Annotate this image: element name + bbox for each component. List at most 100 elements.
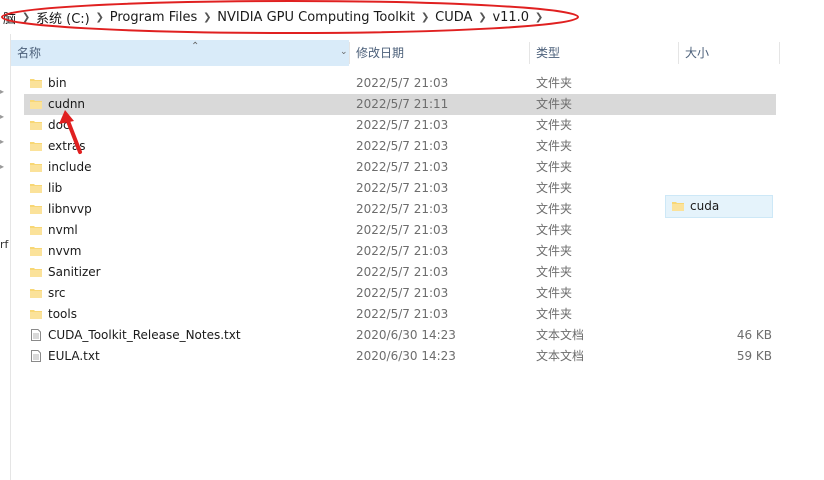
chevron-right-icon[interactable]: ▸ [0,88,6,96]
file-row[interactable]: src 2022/5/7 21:03 文件夹 [24,283,776,304]
file-type: 文件夹 [536,118,573,132]
file-type: 文件夹 [536,76,573,90]
file-row[interactable]: Sanitizer 2022/5/7 21:03 文件夹 [24,262,776,283]
file-name: nvml [48,223,78,237]
chevron-right-icon[interactable]: ▸ [0,163,6,171]
column-header-type-label: 类型 [536,46,561,60]
breadcrumb-item-pc[interactable]: 脑 [0,8,19,27]
chevron-right-icon[interactable]: ▸ [0,113,6,121]
file-size: 59 KB [736,349,772,363]
sort-ascending-icon: ⌃ [191,41,200,52]
column-divider[interactable] [779,42,780,64]
breadcrumb-item-c-drive[interactable]: 系统 (C:) [33,8,93,27]
address-bar[interactable]: 脑 ❯ 系统 (C:) ❯ Program Files ❯ NVIDIA GPU… [0,0,824,34]
file-row[interactable]: include 2022/5/7 21:03 文件夹 [24,157,776,178]
file-name: libnvvp [48,202,92,216]
file-type: 文件夹 [536,202,573,216]
file-type: 文件夹 [536,139,573,153]
file-type: 文件夹 [536,286,573,300]
file-date: 2020/6/30 14:23 [356,328,456,342]
text-file-icon [31,350,41,362]
column-header-name[interactable]: 名称 ⌃ ⌄ [11,40,349,66]
breadcrumb-item-nvidia-toolkit[interactable]: NVIDIA GPU Computing Toolkit [214,10,418,25]
file-type: 文件夹 [536,265,573,279]
file-name: doc [48,118,70,132]
chevron-right-icon[interactable]: ❯ [532,12,546,23]
breadcrumb: 脑 ❯ 系统 (C:) ❯ Program Files ❯ NVIDIA GPU… [0,8,546,27]
chevron-right-icon[interactable]: ▸ [0,138,6,146]
file-type: 文件夹 [536,244,573,258]
file-type: 文件夹 [536,97,573,111]
chevron-right-icon[interactable]: ❯ [19,12,33,23]
file-date: 2022/5/7 21:11 [356,97,449,111]
file-date: 2022/5/7 21:03 [356,244,449,258]
file-date: 2022/5/7 21:03 [356,307,449,321]
file-row[interactable]: bin 2022/5/7 21:03 文件夹 [24,73,776,94]
chevron-right-icon[interactable]: ❯ [475,12,489,23]
chevron-right-icon[interactable]: ❯ [93,12,107,23]
file-row[interactable]: nvml 2022/5/7 21:03 文件夹 [24,220,776,241]
drag-ghost-item[interactable]: cuda [665,195,773,218]
file-name: Sanitizer [48,265,101,279]
column-header-type[interactable]: 类型 [530,40,678,66]
file-name: EULA.txt [48,349,100,363]
file-size: 46 KB [736,328,772,342]
file-name: nvvm [48,244,82,258]
folder-icon [30,226,42,235]
column-header-name-label: 名称 [17,46,42,60]
folder-icon [30,79,42,88]
folder-icon [30,142,42,151]
file-type: 文本文档 [536,328,585,342]
nav-item-partial[interactable]: rf [0,238,8,251]
file-name: cudnn [48,97,86,111]
breadcrumb-item-program-files[interactable]: Program Files [107,10,201,25]
navigation-pane[interactable]: ▸ ▸ ▸ ▸ rf [0,34,11,480]
file-row[interactable]: libnvvp 2022/5/7 21:03 文件夹 [24,199,776,220]
file-row[interactable]: EULA.txt 2020/6/30 14:23 文本文档 59 KB [24,346,776,367]
file-type: 文件夹 [536,181,573,195]
folder-icon [30,310,42,319]
file-row[interactable]: nvvm 2022/5/7 21:03 文件夹 [24,241,776,262]
folder-icon [30,184,42,193]
folder-icon [30,247,42,256]
file-name: bin [48,76,67,90]
file-type: 文件夹 [536,223,573,237]
text-file-icon [31,329,41,341]
file-type: 文本文档 [536,349,585,363]
column-header-row: 名称 ⌃ ⌄ 修改日期 类型 大小 [11,40,824,66]
file-date: 2022/5/7 21:03 [356,76,449,90]
file-date: 2022/5/7 21:03 [356,160,449,174]
chevron-down-icon[interactable]: ⌄ [340,48,348,57]
column-header-date-label: 修改日期 [356,46,405,60]
file-type: 文件夹 [536,307,573,321]
file-date: 2020/6/30 14:23 [356,349,456,363]
column-header-size-label: 大小 [685,46,710,60]
file-name: CUDA_Toolkit_Release_Notes.txt [48,328,241,342]
chevron-right-icon[interactable]: ❯ [200,12,214,23]
folder-icon [30,205,42,214]
breadcrumb-item-cuda[interactable]: CUDA [432,10,475,25]
file-date: 2022/5/7 21:03 [356,118,449,132]
column-header-size[interactable]: 大小 [679,40,779,66]
file-row-selected[interactable]: cudnn 2022/5/7 21:11 文件夹 [24,94,776,115]
file-row[interactable]: doc 2022/5/7 21:03 文件夹 [24,115,776,136]
file-date: 2022/5/7 21:03 [356,223,449,237]
file-name: extras [48,139,86,153]
file-name: lib [48,181,63,195]
file-date: 2022/5/7 21:03 [356,139,449,153]
file-date: 2022/5/7 21:03 [356,286,449,300]
breadcrumb-item-v11[interactable]: v11.0 [489,10,532,25]
chevron-right-icon[interactable]: ❯ [418,12,432,23]
file-row[interactable]: CUDA_Toolkit_Release_Notes.txt 2020/6/30… [24,325,776,346]
file-row[interactable]: tools 2022/5/7 21:03 文件夹 [24,304,776,325]
file-row[interactable]: extras 2022/5/7 21:03 文件夹 [24,136,776,157]
file-date: 2022/5/7 21:03 [356,265,449,279]
folder-icon [30,100,42,109]
file-row[interactable]: lib 2022/5/7 21:03 文件夹 [24,178,776,199]
folder-icon [30,289,42,298]
folder-icon [30,163,42,172]
folder-icon [30,268,42,277]
column-header-date[interactable]: 修改日期 [350,40,530,66]
file-date: 2022/5/7 21:03 [356,202,449,216]
file-name: include [48,160,92,174]
